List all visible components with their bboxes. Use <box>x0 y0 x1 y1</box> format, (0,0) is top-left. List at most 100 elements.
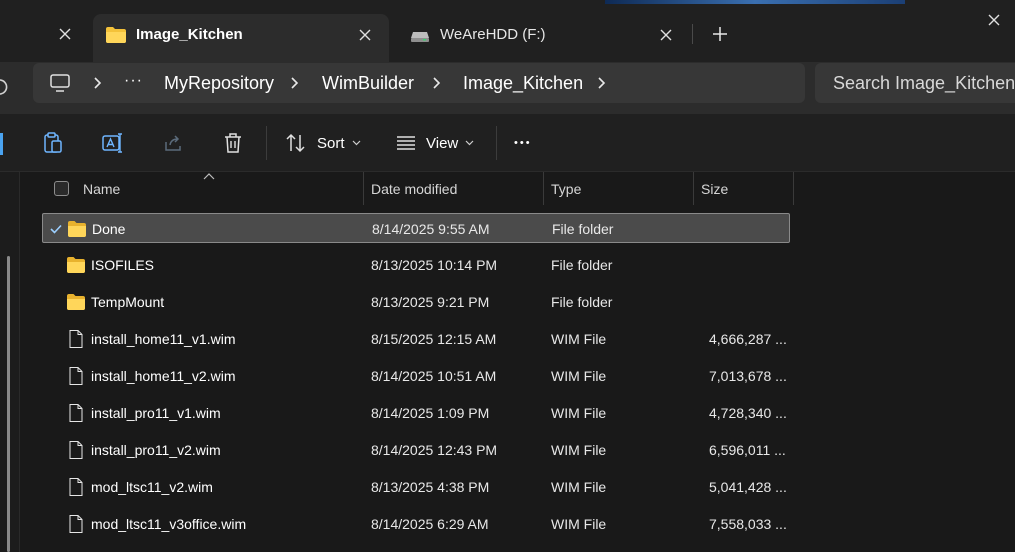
search-box[interactable] <box>815 63 1015 103</box>
wallpaper-strip <box>605 0 905 4</box>
sort-button[interactable]: Sort <box>285 128 361 158</box>
file-row[interactable]: install_home11_v1.wim 8/15/2025 12:15 AM W… <box>42 324 790 354</box>
file-name: TempMount <box>91 294 165 310</box>
file-row[interactable]: install_home11_v2.wim 8/14/2025 10:51 AM W… <box>42 361 790 391</box>
file-date-modified: 8/13/2025 9:21 PM <box>371 294 490 310</box>
window-close-button[interactable] <box>982 8 1006 32</box>
file-row[interactable]: TempMount 8/13/2025 9:21 PM File folder <box>42 287 790 317</box>
file-row[interactable]: Done 8/14/2025 9:55 AM File folder <box>42 213 790 243</box>
chevron-right-icon[interactable] <box>288 75 300 91</box>
file-type: WIM File <box>551 442 607 458</box>
file-type: WIM File <box>551 331 607 347</box>
file-row[interactable]: ISOFILES 8/13/2025 10:14 PM File folder <box>42 250 790 280</box>
column-header: Name Date modified Type Size <box>40 172 795 205</box>
file-type: WIM File <box>551 479 607 495</box>
view-icon <box>397 136 415 150</box>
column-size[interactable]: Size <box>701 181 728 197</box>
previous-tab-close-button[interactable] <box>52 21 78 47</box>
file-type: WIM File <box>551 368 607 384</box>
file-row[interactable]: install_pro11_v2.wim 8/14/2025 12:43 PM WI… <box>42 435 790 465</box>
close-icon <box>59 28 71 40</box>
file-icon <box>69 404 83 422</box>
file-date-modified: 8/14/2025 9:55 AM <box>372 221 490 237</box>
column-type[interactable]: Type <box>551 181 581 197</box>
file-type: File folder <box>552 221 614 237</box>
sort-ascending-icon <box>203 173 215 180</box>
search-input[interactable] <box>833 71 1015 95</box>
file-icon <box>69 515 83 533</box>
file-row[interactable]: mod_ltsc11_v3office.wim 8/14/2025 6:29 AM… <box>42 509 790 539</box>
file-size: 4,666,287 ... <box>709 331 787 347</box>
paste-button[interactable] <box>41 131 65 155</box>
breadcrumb-overflow-button[interactable]: ··· <box>124 72 143 90</box>
address-bar[interactable]: ··· MyRepository WimBuilder Image_Kitche… <box>33 63 805 103</box>
title-bar: Image_Kitchen WeAreHDD (F:) <box>0 0 1015 62</box>
tab-wearehdd[interactable]: WeAreHDD (F:) <box>397 14 687 62</box>
tab-label: Image_Kitchen <box>136 26 243 43</box>
view-button[interactable]: View <box>396 128 474 158</box>
more-options-button[interactable]: ••• <box>514 128 532 158</box>
file-icon <box>69 441 83 459</box>
chevron-right-icon[interactable] <box>430 75 442 91</box>
share-button[interactable] <box>161 131 185 155</box>
rename-button[interactable] <box>101 131 125 155</box>
column-name[interactable]: Name <box>83 181 120 197</box>
file-size: 7,013,678 ... <box>709 368 787 384</box>
navigation-pane-scrollbar[interactable] <box>7 256 10 552</box>
checkmark-icon <box>50 224 62 234</box>
tab-close-button[interactable] <box>352 22 378 48</box>
breadcrumb-myrepository[interactable]: MyRepository <box>164 73 274 93</box>
file-size: 4,728,340 ... <box>709 405 787 421</box>
file-size: 6,596,011 ... <box>709 442 786 458</box>
tab-close-button[interactable] <box>653 22 679 48</box>
file-size: 5,041,428 ... <box>709 479 787 495</box>
chevron-down-icon <box>465 140 474 146</box>
view-label: View <box>426 134 459 152</box>
close-icon <box>359 29 371 41</box>
folder-icon <box>67 257 85 273</box>
breadcrumb-image-kitchen[interactable]: Image_Kitchen <box>463 73 583 93</box>
file-type: WIM File <box>551 405 607 421</box>
chevron-down-icon <box>352 140 360 146</box>
column-divider[interactable] <box>363 172 364 205</box>
column-divider[interactable] <box>543 172 544 205</box>
close-icon <box>660 29 672 41</box>
tab-label: WeAreHDD (F:) <box>440 26 546 43</box>
chevron-right-icon[interactable] <box>595 75 607 91</box>
chevron-right-icon[interactable] <box>91 75 103 91</box>
drive-icon <box>411 32 429 42</box>
file-name: install_pro11_v2.wim <box>91 442 221 458</box>
row-checkbox[interactable] <box>48 221 64 237</box>
tab-separator <box>692 24 693 44</box>
more-icon: ••• <box>514 137 532 149</box>
command-bar: Sort View ••• <box>0 114 1015 172</box>
command-separator <box>496 126 497 160</box>
file-date-modified: 8/14/2025 1:09 PM <box>371 405 490 421</box>
refresh-icon[interactable] <box>0 77 10 97</box>
breadcrumb-wimbuilder[interactable]: WimBuilder <box>322 73 414 93</box>
trash-icon <box>225 133 241 153</box>
file-icon <box>69 367 83 385</box>
column-divider[interactable] <box>793 172 794 205</box>
computer-icon[interactable] <box>49 73 71 93</box>
sort-icon <box>286 133 305 153</box>
select-all-checkbox[interactable] <box>54 181 69 196</box>
folder-icon <box>68 221 86 237</box>
column-divider[interactable] <box>693 172 694 205</box>
file-list-area: Name Date modified Type Size Done 8/14/20… <box>0 172 1015 552</box>
file-date-modified: 8/13/2025 4:38 PM <box>371 479 490 495</box>
file-type: File folder <box>551 294 613 310</box>
column-date-modified[interactable]: Date modified <box>371 181 457 197</box>
file-icon <box>69 478 83 496</box>
file-name: install_home11_v2.wim <box>91 368 236 384</box>
file-row[interactable]: mod_ltsc11_v2.wim 8/13/2025 4:38 PM WIM Fi… <box>42 472 790 502</box>
new-tab-button[interactable] <box>706 20 734 48</box>
file-date-modified: 8/14/2025 6:29 AM <box>371 516 489 532</box>
file-row[interactable]: install_pro11_v1.wim 8/14/2025 1:09 PM WIM… <box>42 398 790 428</box>
navigation-pane-edge <box>0 172 20 552</box>
partial-icon[interactable] <box>0 133 3 155</box>
file-name: mod_ltsc11_v3office.wim <box>91 516 247 532</box>
tab-image-kitchen[interactable]: Image_Kitchen <box>93 14 389 62</box>
plus-icon <box>713 27 727 41</box>
delete-button[interactable] <box>221 131 245 155</box>
